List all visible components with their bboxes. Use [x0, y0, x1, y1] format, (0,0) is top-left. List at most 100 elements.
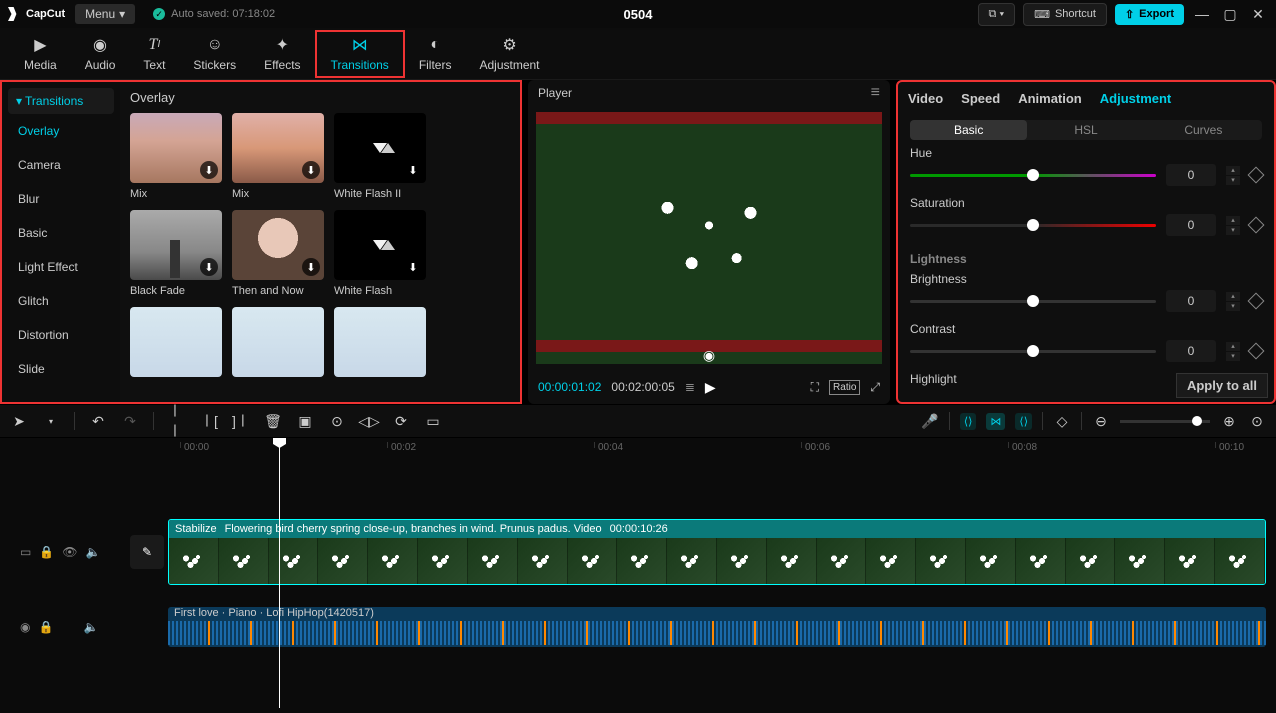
shortcut-button[interactable]: ⌨ Shortcut — [1023, 3, 1107, 26]
keyframe-icon[interactable] — [1248, 343, 1265, 360]
rtab-video[interactable]: Video — [908, 91, 943, 106]
menu-button[interactable]: Menu▾ — [75, 4, 135, 24]
align-icon[interactable]: ◇ — [1053, 412, 1071, 430]
video-clip[interactable]: StabilizeFlowering bird cherry spring cl… — [168, 519, 1266, 585]
sidebar-item-basic[interactable]: Basic — [8, 216, 114, 250]
snap-left[interactable]: ⟨⟩ — [960, 413, 977, 430]
zoom-out[interactable]: ⊖ — [1092, 412, 1110, 430]
mirror-tool[interactable]: ◁▷ — [360, 412, 378, 430]
con-slider[interactable] — [910, 350, 1156, 353]
hue-slider[interactable] — [910, 174, 1156, 177]
bri-slider[interactable] — [910, 300, 1156, 303]
split-tool[interactable]: 〡〡 — [168, 412, 186, 430]
keyframe-icon[interactable] — [1248, 293, 1265, 310]
playhead[interactable] — [279, 438, 280, 708]
hue-stepper[interactable]: ▴▾ — [1226, 166, 1240, 185]
mute-icon[interactable]: 🔈 — [83, 620, 98, 634]
sat-value[interactable]: 0 — [1166, 214, 1216, 236]
frame-tool[interactable]: ▭ — [424, 412, 442, 430]
maximize-button[interactable]: ▢ — [1220, 4, 1240, 24]
play-button[interactable]: ▶ — [705, 379, 716, 396]
tab-effects[interactable]: ✦Effects — [250, 32, 314, 76]
transition-item[interactable] — [130, 307, 222, 382]
layout-button[interactable]: ⧉ ▾ — [978, 3, 1016, 26]
tab-transitions[interactable]: ⋈Transitions — [315, 30, 405, 78]
delete-tool[interactable]: 🗑 — [264, 412, 282, 430]
rtab-speed[interactable]: Speed — [961, 91, 1000, 106]
cover-icon[interactable]: ▭ — [20, 545, 31, 559]
con-stepper[interactable]: ▴▾ — [1226, 342, 1240, 361]
lock-icon[interactable]: 🔒 — [38, 620, 53, 634]
download-icon[interactable]: ⬇ — [200, 161, 218, 179]
capture-icon[interactable]: ◉ — [703, 347, 715, 364]
snap-right[interactable]: ⟨⟩ — [1015, 413, 1032, 430]
tab-media[interactable]: ▶Media — [10, 32, 71, 76]
transition-item[interactable]: ⬇Black Fade — [130, 210, 222, 297]
sidebar-item-glitch[interactable]: Glitch — [8, 284, 114, 318]
sidebar-item-light[interactable]: Light Effect — [8, 250, 114, 284]
tab-audio[interactable]: ◉Audio — [71, 32, 130, 76]
bri-value[interactable]: 0 — [1166, 290, 1216, 312]
player-menu-icon[interactable]: ≡ — [871, 84, 880, 102]
tab-text[interactable]: TIText — [129, 32, 179, 76]
redo-button[interactable]: ↷ — [121, 412, 139, 430]
sidebar-item-camera[interactable]: Camera — [8, 148, 114, 182]
undo-button[interactable]: ↶ — [89, 412, 107, 430]
list-icon[interactable]: ≣ — [685, 380, 695, 394]
transition-item[interactable]: ⬇White Flash — [334, 210, 426, 297]
sidebar-item-slide[interactable]: Slide — [8, 352, 114, 386]
keyframe-icon[interactable] — [1248, 217, 1265, 234]
transition-item[interactable]: ⬇Then and Now — [232, 210, 324, 297]
cursor-tool[interactable]: ➤ — [10, 412, 28, 430]
ratio-button[interactable]: Ratio — [829, 380, 860, 395]
transition-item[interactable]: ⬇Mix — [232, 113, 324, 200]
crop-tool[interactable]: ▣ — [296, 412, 314, 430]
rtab-animation[interactable]: Animation — [1018, 91, 1082, 106]
zoom-in[interactable]: ⊕ — [1220, 412, 1238, 430]
keyframe-icon[interactable] — [1248, 167, 1265, 184]
seg-curves[interactable]: Curves — [1145, 120, 1262, 140]
download-icon[interactable]: ⬇ — [302, 258, 320, 276]
trim-left-tool[interactable]: 〡[ — [200, 412, 218, 430]
sat-slider[interactable] — [910, 224, 1156, 227]
eye-icon[interactable]: 👁 — [62, 545, 77, 559]
download-icon[interactable]: ⬇ — [404, 258, 422, 276]
export-button[interactable]: ⇧ Export — [1115, 4, 1184, 25]
snap-mid[interactable]: ⋈ — [986, 413, 1005, 430]
scale-icon[interactable]: ⛶ — [811, 380, 819, 395]
transition-item[interactable]: ⬇White Flash II — [334, 113, 426, 200]
bri-stepper[interactable]: ▴▾ — [1226, 292, 1240, 311]
sat-stepper[interactable]: ▴▾ — [1226, 216, 1240, 235]
sidebar-item-overlay[interactable]: Overlay — [8, 114, 114, 148]
lock-icon[interactable]: 🔒 — [39, 545, 54, 559]
audio-clip[interactable]: First love · Piano · Lofi HipHop(1420517… — [168, 607, 1266, 647]
seg-hsl[interactable]: HSL — [1027, 120, 1144, 140]
transition-item[interactable]: ⬇Mix — [130, 113, 222, 200]
player-viewport[interactable]: ◉ — [536, 112, 882, 364]
trim-right-tool[interactable]: ]〡 — [232, 412, 250, 430]
hue-value[interactable]: 0 — [1166, 164, 1216, 186]
timeline[interactable]: 00:00 00:02 00:04 00:06 00:08 00:10 ▭ 🔒 … — [0, 438, 1276, 713]
sidebar-item-distortion[interactable]: Distortion — [8, 318, 114, 352]
ruler[interactable]: 00:00 00:02 00:04 00:06 00:08 00:10 — [130, 438, 1276, 462]
close-button[interactable]: ✕ — [1248, 4, 1268, 24]
apply-all-button[interactable]: Apply to all — [1176, 373, 1268, 398]
mute-icon[interactable]: 🔈 — [86, 545, 101, 559]
disc-icon[interactable]: ◉ — [20, 620, 30, 634]
minimize-button[interactable]: — — [1192, 4, 1212, 24]
tab-filters[interactable]: ◐Filters — [405, 32, 466, 76]
tab-stickers[interactable]: ☺Stickers — [179, 32, 250, 76]
edit-column-icon[interactable]: ✎ — [130, 535, 164, 569]
download-icon[interactable]: ⬇ — [404, 161, 422, 179]
speed-tool[interactable]: ⊙ — [328, 412, 346, 430]
sidebar-header[interactable]: ▾ Transitions — [8, 88, 114, 114]
seg-basic[interactable]: Basic — [910, 120, 1027, 140]
download-icon[interactable]: ⬇ — [200, 258, 218, 276]
tab-adjustment[interactable]: ⚙Adjustment — [465, 32, 553, 76]
zoom-slider[interactable] — [1120, 420, 1210, 423]
download-icon[interactable]: ⬇ — [302, 161, 320, 179]
sidebar-item-blur[interactable]: Blur — [8, 182, 114, 216]
transition-item[interactable] — [334, 307, 426, 382]
transition-item[interactable] — [232, 307, 324, 382]
dropdown-icon[interactable]: ▾ — [42, 412, 60, 430]
